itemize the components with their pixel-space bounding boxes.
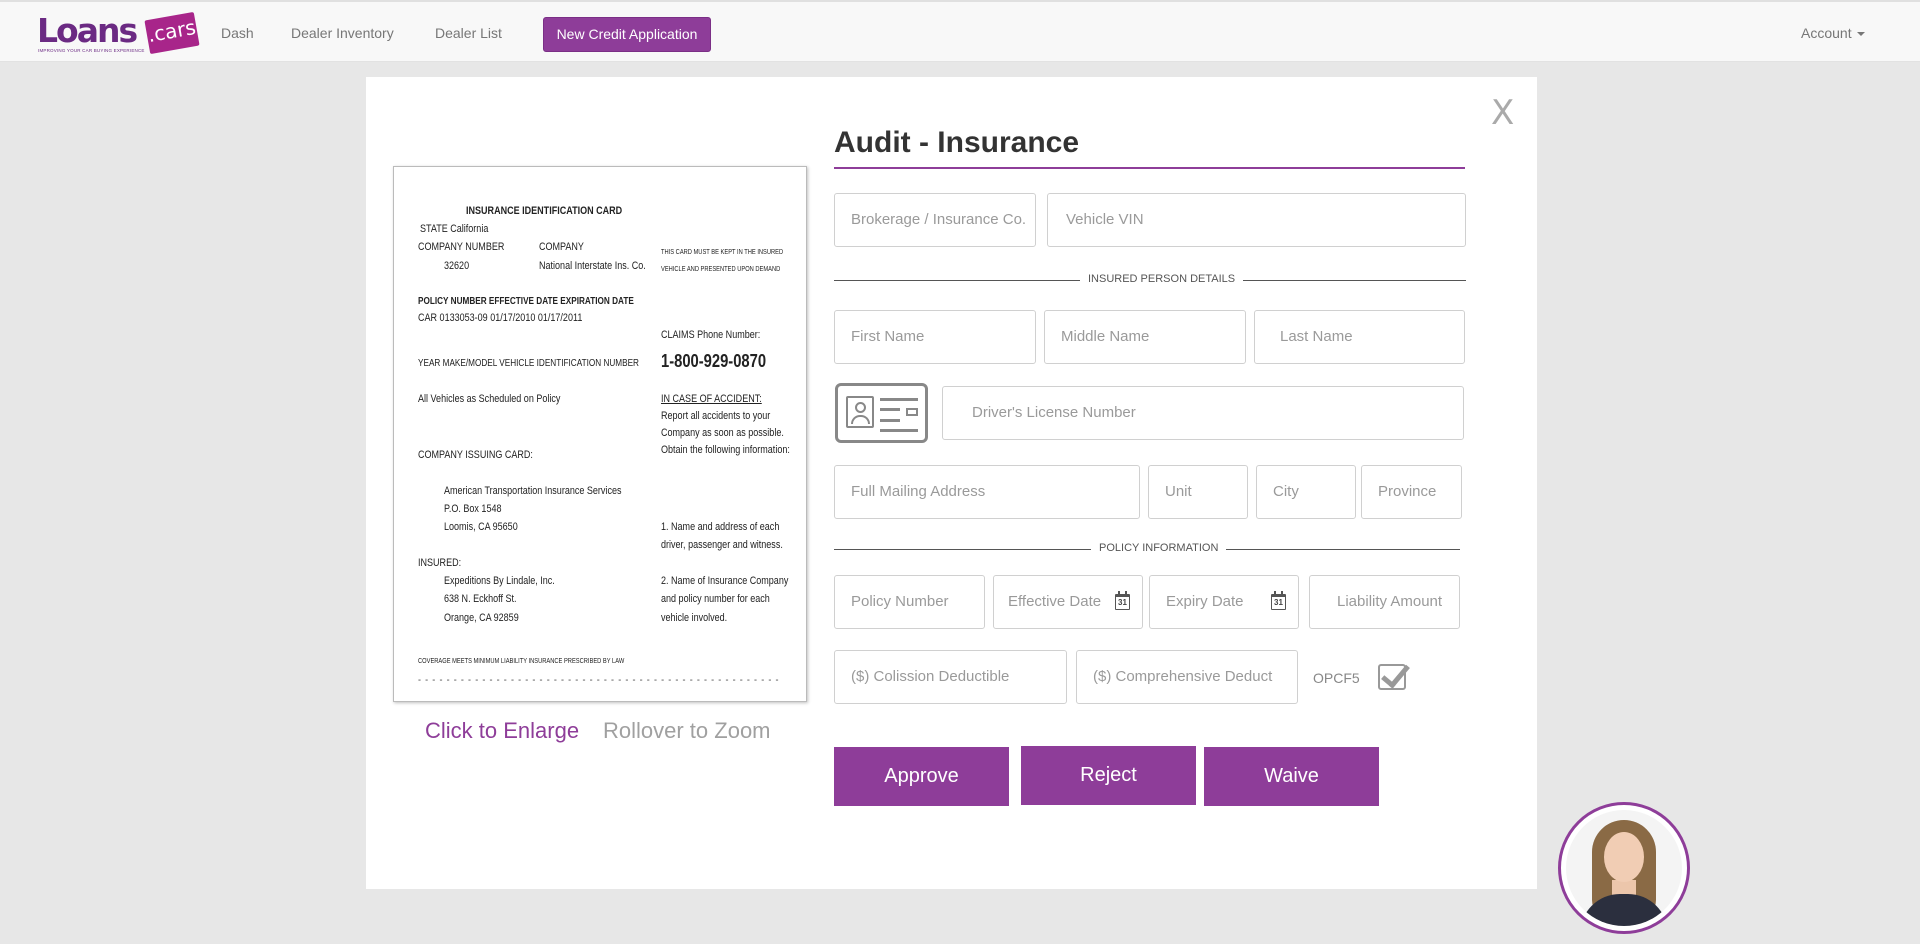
card-info-2c: vehicle involved. — [661, 612, 728, 624]
card-issuing-label: COMPANY ISSUING CARD: — [418, 449, 533, 461]
card-policy-labels: POLICY NUMBER EFFECTIVE DATE EXPIRATION … — [418, 296, 634, 307]
nav-dealer-list[interactable]: Dealer List — [435, 25, 502, 41]
card-insured-3: Orange, CA 92859 — [444, 612, 519, 624]
card-accident-3: Obtain the following information: — [661, 444, 790, 456]
card-company-number-label: COMPANY NUMBER — [418, 241, 505, 253]
nav-dash[interactable]: Dash — [221, 25, 254, 41]
card-issuer-3: Loomis, CA 95650 — [444, 521, 518, 533]
city-input[interactable]: City — [1256, 465, 1356, 519]
close-icon[interactable]: X — [1491, 96, 1514, 130]
card-issuer-1: American Transportation Insurance Servic… — [444, 485, 622, 497]
card-info-2b: and policy number for each — [661, 593, 770, 605]
card-cut-line: - - - - - - - - - - - - - - - - - - - - … — [418, 674, 780, 686]
new-credit-application-button[interactable]: New Credit Application — [543, 17, 711, 52]
page-title: Audit - Insurance — [834, 126, 1080, 159]
nav-dealer-inventory[interactable]: Dealer Inventory — [291, 25, 394, 41]
click-to-enlarge-link[interactable]: Click to Enlarge — [425, 718, 579, 744]
card-accident-1: Report all accidents to your — [661, 410, 771, 422]
policy-section-label: POLICY INFORMATION — [1091, 542, 1227, 554]
unit-input[interactable]: Unit — [1148, 465, 1248, 519]
card-heading: INSURANCE IDENTIFICATION CARD — [466, 205, 623, 217]
card-coverage: COVERAGE MEETS MINIMUM LIABILITY INSURAN… — [418, 658, 625, 665]
middle-name-input[interactable]: Middle Name — [1044, 310, 1246, 364]
expiry-date-input[interactable]: Expiry Date 31 — [1149, 575, 1299, 629]
comprehensive-deductible-input[interactable]: ($) Comprehensive Deduct — [1076, 650, 1298, 704]
card-vehicle-labels: YEAR MAKE/MODEL VEHICLE IDENTIFICATION N… — [418, 358, 639, 369]
logo-tag: .cars — [144, 11, 200, 55]
mailing-address-input[interactable]: Full Mailing Address — [834, 465, 1140, 519]
province-input[interactable]: Province — [1361, 465, 1462, 519]
card-company-name: National Interstate Ins. Co. — [539, 260, 646, 272]
collision-deductible-input[interactable]: ($) Colission Deductible — [834, 650, 1067, 704]
top-navbar: Loans .cars IMPROVING YOUR CAR BUYING EX… — [0, 0, 1920, 62]
card-issuer-2: P.O. Box 1548 — [444, 503, 502, 515]
liability-amount-input[interactable]: Liability Amount — [1309, 575, 1460, 629]
calendar-icon[interactable]: 31 — [1115, 591, 1130, 610]
checkbox-check-icon[interactable] — [1378, 664, 1406, 690]
brokerage-input[interactable]: Brokerage / Insurance Co. — [834, 193, 1036, 247]
card-vehicles: All Vehicles as Scheduled on Policy — [418, 393, 561, 405]
opcf5-label: OPCF5 — [1313, 670, 1360, 686]
card-info-2a: 2. Name of Insurance Company — [661, 575, 789, 587]
logo-wordmark: Loans — [37, 11, 138, 50]
support-agent-avatar[interactable] — [1558, 802, 1690, 934]
card-company-label: COMPANY — [539, 241, 584, 253]
card-accident-heading: IN CASE OF ACCIDENT: — [661, 393, 762, 405]
approve-button[interactable]: Approve — [834, 747, 1009, 806]
card-claims-label: CLAIMS Phone Number: — [661, 329, 761, 341]
waive-button[interactable]: Waive — [1204, 747, 1379, 806]
effective-date-placeholder: Effective Date — [1008, 593, 1102, 610]
card-notice-1: THIS CARD MUST BE KEPT IN THE INSURED — [661, 249, 784, 256]
calendar-icon[interactable]: 31 — [1271, 591, 1286, 610]
card-insured-1: Expeditions By Lindale, Inc. — [444, 575, 555, 587]
card-info-1b: driver, passenger and witness. — [661, 539, 783, 551]
insurance-card-preview[interactable]: INSURANCE IDENTIFICATION CARD STATE Cali… — [393, 166, 807, 702]
expiry-date-placeholder: Expiry Date — [1166, 593, 1244, 610]
title-underline — [834, 167, 1465, 169]
card-policy-values: CAR 0133053-09 01/17/2010 01/17/2011 — [418, 312, 583, 324]
card-accident-2: Company as soon as possible. — [661, 427, 784, 439]
logo-tagline: IMPROVING YOUR CAR BUYING EXPERIENCE — [38, 48, 145, 53]
card-state: STATE California — [420, 223, 489, 235]
effective-date-input[interactable]: Effective Date 31 — [993, 575, 1143, 629]
caret-down-icon — [1856, 32, 1865, 37]
policy-number-input[interactable]: Policy Number — [834, 575, 985, 629]
card-notice-2: VEHICLE AND PRESENTED UPON DEMAND — [661, 266, 781, 273]
insured-section-label: INSURED PERSON DETAILS — [1080, 273, 1244, 285]
reject-button[interactable]: Reject — [1021, 746, 1196, 805]
id-card-icon — [835, 383, 928, 443]
account-label: Account — [1801, 25, 1852, 41]
card-company-number: 32620 — [444, 260, 470, 272]
card-info-1a: 1. Name and address of each — [661, 521, 780, 533]
last-name-input[interactable]: Last Name — [1254, 310, 1465, 364]
loans-cars-logo[interactable]: Loans .cars IMPROVING YOUR CAR BUYING EX… — [37, 11, 200, 58]
card-insured-label: INSURED: — [418, 557, 462, 569]
vehicle-vin-input[interactable]: Vehicle VIN — [1047, 193, 1466, 247]
rollover-to-zoom-hint: Rollover to Zoom — [603, 718, 771, 743]
first-name-input[interactable]: First Name — [834, 310, 1036, 364]
drivers-license-input[interactable]: Driver's License Number — [942, 386, 1464, 440]
account-dropdown[interactable]: Account — [1801, 25, 1865, 41]
card-insured-2: 638 N. Eckhoff St. — [444, 593, 517, 605]
card-claims-phone: 1-800-929-0870 — [661, 351, 767, 371]
